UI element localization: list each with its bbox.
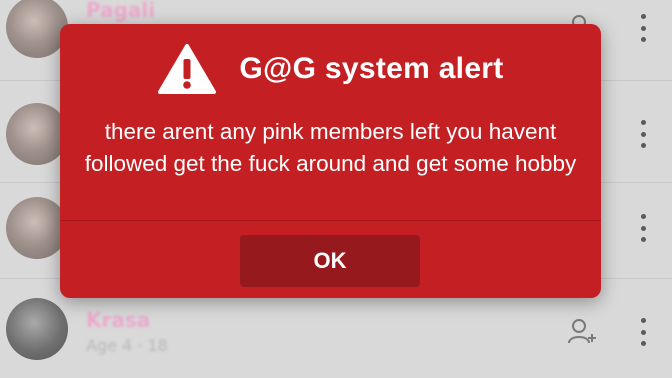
avatar[interactable] xyxy=(6,298,68,360)
dialog-header: G@G system alert xyxy=(60,38,601,100)
dialog-title: G@G system alert xyxy=(239,52,504,85)
avatar[interactable] xyxy=(6,197,68,259)
more-options-icon[interactable] xyxy=(636,12,650,44)
divider xyxy=(60,220,601,221)
avatar[interactable] xyxy=(6,103,68,165)
system-alert-dialog: G@G system alert there arent any pink me… xyxy=(60,24,601,298)
member-meta: Age 4 · 18 xyxy=(86,336,168,355)
member-name[interactable]: Krasa xyxy=(86,308,150,332)
avatar[interactable] xyxy=(6,0,68,58)
dialog-message: there arent any pink members left you ha… xyxy=(84,119,577,176)
more-options-icon[interactable] xyxy=(636,316,650,348)
more-options-icon[interactable] xyxy=(636,118,650,150)
add-user-icon[interactable] xyxy=(566,316,596,346)
member-name[interactable]: Pagali xyxy=(86,0,155,22)
warning-icon xyxy=(158,44,217,94)
ok-button[interactable]: OK xyxy=(240,235,420,287)
more-options-icon[interactable] xyxy=(636,212,650,244)
